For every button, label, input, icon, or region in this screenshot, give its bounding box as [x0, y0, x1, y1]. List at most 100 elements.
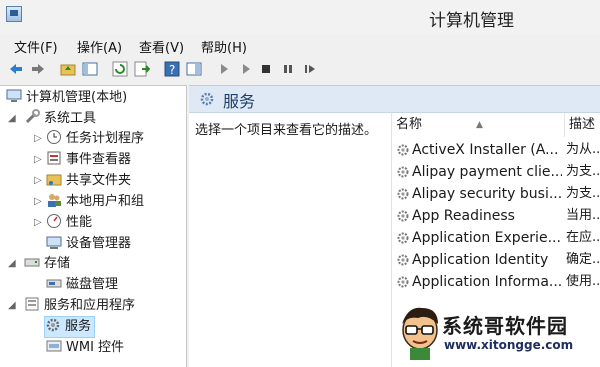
expand-caret-icon[interactable]: ▷	[34, 175, 42, 186]
tools-icon	[25, 109, 40, 124]
service-name: App Readiness	[412, 208, 515, 224]
list-item[interactable]: Application Experie... 在应...	[392, 227, 600, 249]
tree-item-label: 服务和应用程序	[44, 298, 136, 313]
list-item[interactable]: Alipay payment clie... 为支...	[392, 161, 600, 183]
menu-view[interactable]: 查看(V)	[139, 37, 184, 56]
svg-text:?: ?	[169, 63, 175, 77]
start-service-alt-icon[interactable]	[238, 61, 254, 77]
gear-icon	[397, 144, 409, 156]
tree-item-performance[interactable]: 性能	[46, 213, 92, 233]
menu-file[interactable]: 文件(F)	[14, 37, 58, 56]
tree-item-task-scheduler[interactable]: 任务计划程序	[46, 129, 144, 149]
forward-arrow-icon[interactable]	[30, 61, 46, 77]
watermark: 系统哥软件园 www.xitongge.com	[398, 300, 600, 366]
collapse-caret-icon[interactable]: ◢	[8, 300, 16, 311]
window-title: 计算机管理	[429, 11, 514, 31]
tree-item-disk-management[interactable]: 磁盘管理	[46, 275, 118, 295]
tree-item-label: 性能	[66, 215, 93, 230]
list-item[interactable]: App Readiness 当用...	[392, 205, 600, 227]
tree-item-label: 磁盘管理	[66, 277, 119, 292]
tree-item-shared-folders[interactable]: 共享文件夹	[46, 171, 131, 191]
services-title: 服务	[223, 92, 256, 111]
column-header-description[interactable]: 描述	[564, 113, 600, 137]
storage-icon	[24, 258, 40, 267]
tree-item-computer-management[interactable]: 计算机管理(本地)	[6, 88, 127, 108]
tree-item-label: 任务计划程序	[66, 131, 145, 146]
expand-caret-icon[interactable]: ▷	[34, 217, 42, 228]
tree-item-services[interactable]: 服务	[44, 316, 96, 338]
gear-icon	[397, 166, 409, 178]
export-list-icon[interactable]	[134, 61, 150, 77]
pause-service-icon[interactable]	[280, 61, 296, 77]
event-viewer-icon	[47, 151, 61, 165]
service-description: 当用...	[566, 208, 600, 223]
service-description: 为从...	[566, 142, 600, 157]
service-description: 使用...	[566, 274, 600, 289]
menu-help[interactable]: 帮助(H)	[201, 37, 247, 56]
navigation-tree: 计算机管理(本地) ◢ 系统工具 ▷ 任务计划程序 ▷ 事件查看器 ▷ 共享文件…	[0, 85, 187, 367]
tree-item-event-viewer[interactable]: 事件查看器	[46, 150, 131, 170]
back-arrow-icon[interactable]	[8, 61, 24, 77]
clock-icon	[47, 130, 61, 144]
description-pane: 选择一个项目来查看它的描述。	[189, 113, 389, 367]
menu-bar: 文件(F) 操作(A) 查看(V) 帮助(H)	[0, 34, 600, 56]
expand-caret-icon[interactable]: ▷	[34, 196, 42, 207]
device-manager-icon	[46, 236, 62, 249]
service-name: Application Identity	[412, 252, 549, 268]
list-item[interactable]: Application Identity 确定...	[392, 249, 600, 271]
gear-icon	[397, 232, 409, 244]
help-icon[interactable]: ?	[164, 61, 180, 77]
properties-pane-icon[interactable]	[186, 61, 202, 77]
up-folder-icon[interactable]	[60, 61, 76, 77]
users-icon	[48, 194, 61, 207]
tree-item-system-tools[interactable]: 系统工具	[24, 109, 96, 129]
column-header-name[interactable]: 名称 ▲	[396, 113, 562, 137]
tree-item-label: 系统工具	[44, 111, 97, 126]
tree-item-label: 事件查看器	[66, 152, 132, 167]
service-name: Application Experie...	[412, 230, 561, 246]
collapse-caret-icon[interactable]: ◢	[8, 113, 16, 124]
show-hide-tree-icon[interactable]	[82, 61, 98, 77]
mascot-logo-icon	[402, 307, 438, 360]
tree-item-local-users[interactable]: 本地用户和组	[46, 192, 144, 212]
service-name: Alipay payment clie...	[412, 164, 562, 180]
gear-icon	[46, 318, 60, 332]
expand-caret-icon[interactable]: ▷	[34, 154, 42, 165]
menu-action[interactable]: 操作(A)	[77, 37, 122, 56]
list-item[interactable]: Application Informa... 使用...	[392, 271, 600, 293]
tree-item-storage[interactable]: 存储	[24, 254, 70, 274]
performance-icon	[47, 214, 61, 228]
expand-caret-icon[interactable]: ▷	[34, 133, 42, 144]
sort-ascending-icon: ▲	[476, 120, 483, 130]
service-description: 确定...	[566, 252, 600, 267]
tree-item-wmi-control[interactable]: WMI 控件	[46, 338, 124, 358]
tree-item-label: 本地用户和组	[66, 194, 145, 209]
tree-item-device-manager[interactable]: 设备管理器	[46, 234, 131, 254]
tree-item-label: 存储	[44, 256, 71, 271]
gear-icon	[397, 276, 409, 288]
watermark-title: 系统哥软件园	[442, 314, 568, 338]
stop-service-icon[interactable]	[258, 61, 274, 77]
start-service-icon[interactable]	[216, 61, 232, 77]
collapse-caret-icon[interactable]: ◢	[8, 258, 16, 269]
service-name: ActiveX Installer (A...	[412, 142, 559, 158]
tree-item-label: WMI 控件	[66, 340, 125, 355]
tree-item-services-apps[interactable]: 服务和应用程序	[24, 296, 135, 316]
gear-icon	[397, 254, 409, 266]
restart-service-icon[interactable]	[302, 61, 318, 77]
refresh-icon[interactable]	[112, 61, 128, 77]
disk-icon	[46, 279, 62, 288]
list-item[interactable]: Alipay security busi... 为支...	[392, 183, 600, 205]
service-description: 在应...	[566, 230, 600, 245]
shared-folder-icon	[46, 174, 62, 186]
wmi-icon	[46, 340, 62, 352]
tree-item-label: 计算机管理(本地)	[26, 90, 128, 105]
watermark-url: www.xitongge.com	[444, 338, 574, 352]
toolbar: ?	[0, 56, 600, 83]
gear-icon	[397, 188, 409, 200]
tree-item-label: 服务	[65, 319, 92, 334]
title-bar: 计算机管理	[0, 0, 600, 34]
column-name-label: 名称	[396, 117, 423, 132]
service-name: Application Informa...	[412, 274, 562, 290]
list-item[interactable]: ActiveX Installer (A... 为从...	[392, 139, 600, 161]
